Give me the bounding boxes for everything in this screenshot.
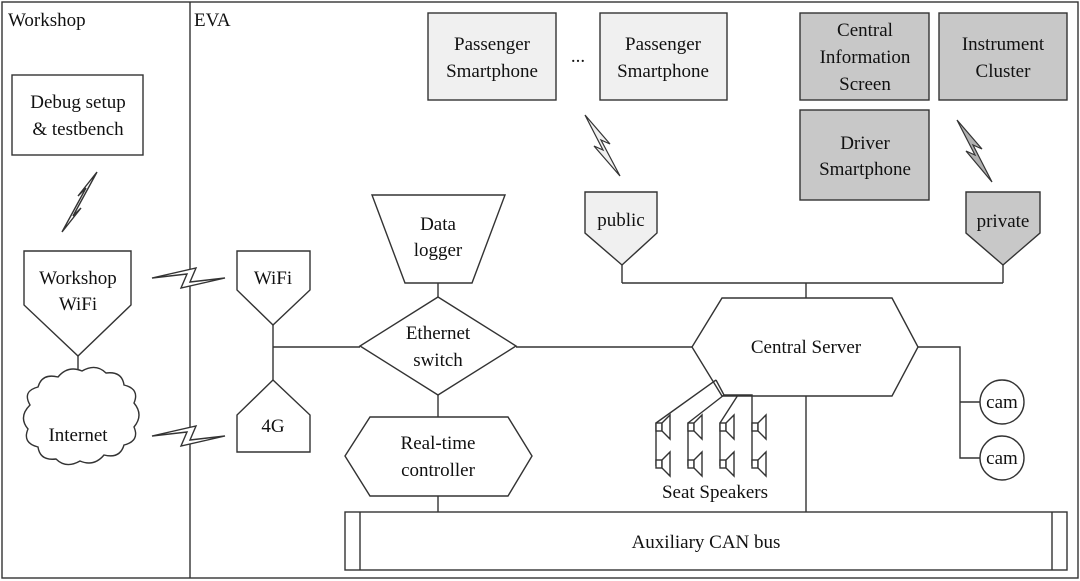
svg-text:Auxiliary CAN bus: Auxiliary CAN bus	[632, 532, 781, 553]
svg-text:Passenger: Passenger	[454, 34, 531, 55]
svg-text:Screen: Screen	[839, 74, 891, 95]
svg-text:Smartphone: Smartphone	[446, 61, 538, 82]
svg-text:controller: controller	[401, 460, 476, 481]
svg-text:Information: Information	[820, 47, 911, 68]
lightning-icon	[584, 114, 621, 177]
central-server-node: Central Server	[691, 297, 919, 397]
svg-text:Passenger: Passenger	[625, 34, 702, 55]
eva-region-label: EVA	[194, 10, 231, 31]
data-logger-node: Data logger	[370, 194, 507, 284]
svg-text:Internet: Internet	[48, 425, 108, 446]
speaker-icon	[687, 413, 703, 441]
svg-text:WiFi: WiFi	[59, 294, 97, 315]
architecture-diagram: Workshop EVA Debug setup & testbench Wor…	[1, 1, 1079, 579]
private-access-point: private	[965, 191, 1041, 266]
ethernet-switch-node: Ethernet switch	[358, 296, 518, 396]
svg-text:Smartphone: Smartphone	[819, 159, 911, 180]
instrument-cluster: Instrument Cluster	[938, 12, 1068, 101]
svg-text:Central Server: Central Server	[751, 337, 862, 358]
internet-cloud: Internet	[22, 366, 140, 466]
svg-text:Driver: Driver	[840, 133, 890, 154]
speaker-icon	[719, 450, 735, 478]
svg-text:Workshop: Workshop	[39, 268, 117, 289]
driver-smartphone: Driver Smartphone	[799, 109, 930, 201]
svg-text:WiFi: WiFi	[254, 268, 292, 289]
workshop-wifi-node: Workshop WiFi	[23, 250, 132, 357]
svg-text:public: public	[597, 210, 645, 231]
svg-text:Data: Data	[420, 214, 456, 235]
lightning-icon	[151, 267, 226, 289]
svg-text:Smartphone: Smartphone	[617, 61, 709, 82]
svg-text:4G: 4G	[261, 416, 285, 437]
svg-text:Cluster: Cluster	[976, 61, 1032, 82]
svg-text:Ethernet: Ethernet	[406, 323, 471, 344]
ellipsis: ...	[571, 46, 585, 67]
central-information-screen: Central Information Screen	[799, 12, 930, 101]
passenger-smartphone-2: Passenger Smartphone	[599, 12, 728, 101]
realtime-controller-node: Real-time controller	[344, 416, 533, 497]
debug-setup-node: Debug setup & testbench	[11, 74, 144, 156]
svg-text:switch: switch	[413, 350, 463, 371]
wifi-node: WiFi	[236, 250, 311, 326]
auxiliary-can-bus: Auxiliary CAN bus	[344, 511, 1068, 571]
public-access-point: public	[584, 191, 658, 266]
svg-text:private: private	[977, 211, 1030, 232]
svg-text:logger: logger	[414, 240, 463, 261]
seat-speakers-label: Seat Speakers	[662, 482, 768, 503]
speaker-icon	[751, 450, 767, 478]
svg-text:Debug setup: Debug setup	[30, 92, 126, 113]
speaker-icon	[687, 450, 703, 478]
svg-text:cam: cam	[986, 448, 1018, 469]
cam-2: cam	[979, 435, 1025, 481]
svg-text:Real-time: Real-time	[401, 433, 476, 454]
svg-text:cam: cam	[986, 392, 1018, 413]
seat-speakers: Seat Speakers	[655, 379, 768, 503]
lightning-icon	[956, 119, 993, 183]
svg-text:Central: Central	[837, 20, 893, 41]
lightning-icon	[61, 171, 98, 233]
4g-node: 4G	[236, 379, 311, 453]
passenger-smartphone-1: Passenger Smartphone	[427, 12, 557, 101]
speaker-icon	[751, 413, 767, 441]
cam-1: cam	[979, 379, 1025, 425]
svg-text:& testbench: & testbench	[32, 119, 124, 140]
svg-text:Instrument: Instrument	[962, 34, 1045, 55]
lightning-icon	[151, 425, 226, 447]
workshop-region-label: Workshop	[8, 10, 86, 31]
speaker-icon	[655, 450, 671, 478]
